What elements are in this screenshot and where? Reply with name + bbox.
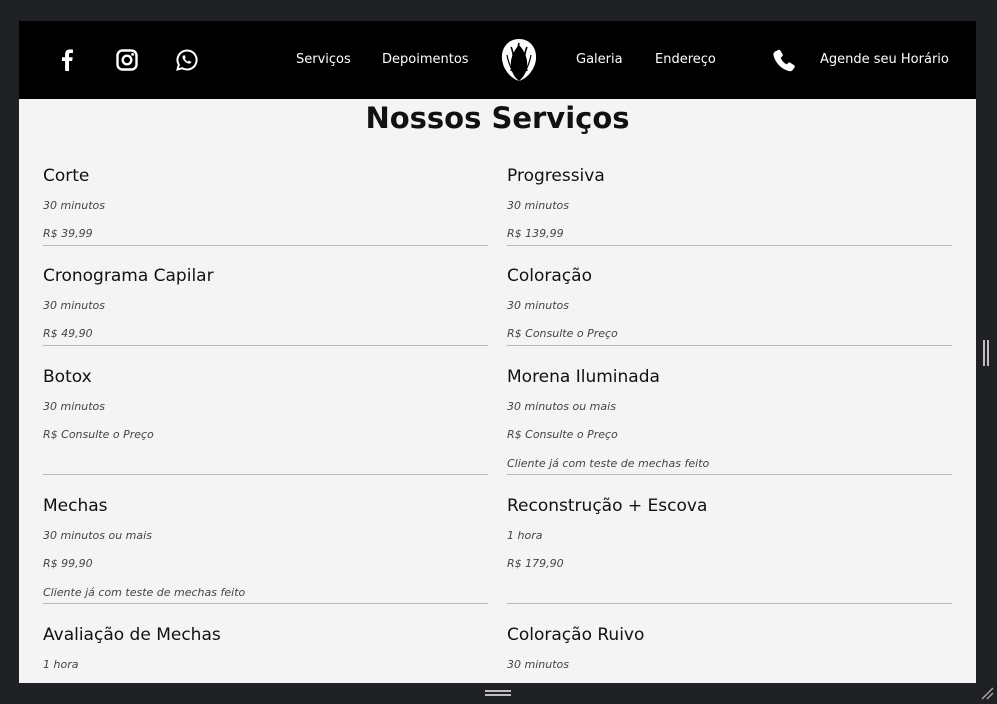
service-item: Coloração 30 minutos R$ Consulte o Preço — [507, 266, 952, 346]
service-duration: 30 minutos ou mais — [507, 400, 616, 413]
service-price: R$ Consulte o Preço — [43, 428, 154, 441]
website-viewport: Serviços Depoimentos Galeria Endereço Ag… — [19, 21, 976, 683]
service-item: Morena Iluminada 30 minutos ou mais R$ Con… — [507, 367, 952, 475]
nav-endereco-link[interactable]: Endereço — [655, 21, 716, 99]
service-item: Avaliação de Mechas 1 hora — [43, 625, 488, 683]
nav-depoimentos-link[interactable]: Depoimentos — [382, 21, 469, 99]
service-price: R$ Consulte o Preço — [507, 428, 618, 441]
page-title: Nossos Serviços — [365, 101, 630, 135]
whatsapp-icon[interactable] — [167, 21, 207, 99]
corner-resize-icon[interactable] — [980, 686, 994, 700]
service-item: Progressiva 30 minutos R$ 139,99 — [507, 166, 952, 246]
service-name: Botox — [43, 367, 92, 387]
service-duration: 30 minutos ou mais — [43, 529, 152, 542]
service-name: Reconstrução + Escova — [507, 496, 708, 516]
service-price: R$ 99,90 — [43, 557, 93, 570]
horizontal-resize-handle[interactable] — [485, 690, 511, 696]
service-duration: 30 minutos — [507, 658, 569, 671]
service-duration: 1 hora — [43, 658, 79, 671]
service-duration: 30 minutos — [507, 199, 569, 212]
service-name: Morena Iluminada — [507, 367, 660, 387]
service-item: Botox 30 minutos R$ Consulte o Preço — [43, 367, 488, 475]
service-name: Cronograma Capilar — [43, 266, 214, 286]
instagram-icon[interactable] — [107, 21, 147, 99]
service-name: Avaliação de Mechas — [43, 625, 221, 645]
service-name: Mechas — [43, 496, 108, 516]
service-duration: 30 minutos — [43, 199, 105, 212]
service-duration: 30 minutos — [507, 299, 569, 312]
service-price: R$ 139,99 — [507, 227, 564, 240]
book-appointment-link[interactable]: Agende seu Horário — [820, 21, 949, 99]
service-duration: 30 minutos — [43, 400, 105, 413]
nav-servicos-link[interactable]: Serviços — [296, 21, 351, 99]
service-name: Progressiva — [507, 166, 605, 186]
service-duration: 1 hora — [507, 529, 543, 542]
service-price: R$ 179,90 — [507, 557, 564, 570]
site-header: Serviços Depoimentos Galeria Endereço Ag… — [19, 21, 976, 99]
service-price: R$ 49,90 — [43, 327, 93, 340]
hair-logo-icon[interactable] — [497, 37, 541, 83]
service-item: Reconstrução + Escova 1 hora R$ 179,90 — [507, 496, 952, 604]
service-name: Corte — [43, 166, 90, 186]
service-item: Coloração Ruivo 30 minutos — [507, 625, 952, 683]
service-duration: 30 minutos — [43, 299, 105, 312]
service-note: Cliente já com teste de mechas feito — [43, 586, 246, 599]
service-note: Cliente já com teste de mechas feito — [507, 457, 710, 470]
nav-galeria-link[interactable]: Galeria — [576, 21, 623, 99]
service-item: Mechas 30 minutos ou mais R$ 99,90 Cliente … — [43, 496, 488, 604]
service-name: Coloração Ruivo — [507, 625, 645, 645]
service-item: Corte 30 minutos R$ 39,99 — [43, 166, 488, 246]
service-name: Coloração — [507, 266, 592, 286]
service-price: R$ 39,99 — [43, 227, 93, 240]
vertical-resize-handle[interactable] — [983, 340, 989, 366]
service-item: Cronograma Capilar 30 minutos R$ 49,90 — [43, 266, 488, 346]
service-price: R$ Consulte o Preço — [507, 327, 618, 340]
facebook-icon[interactable] — [47, 21, 87, 99]
phone-icon[interactable] — [771, 48, 797, 74]
